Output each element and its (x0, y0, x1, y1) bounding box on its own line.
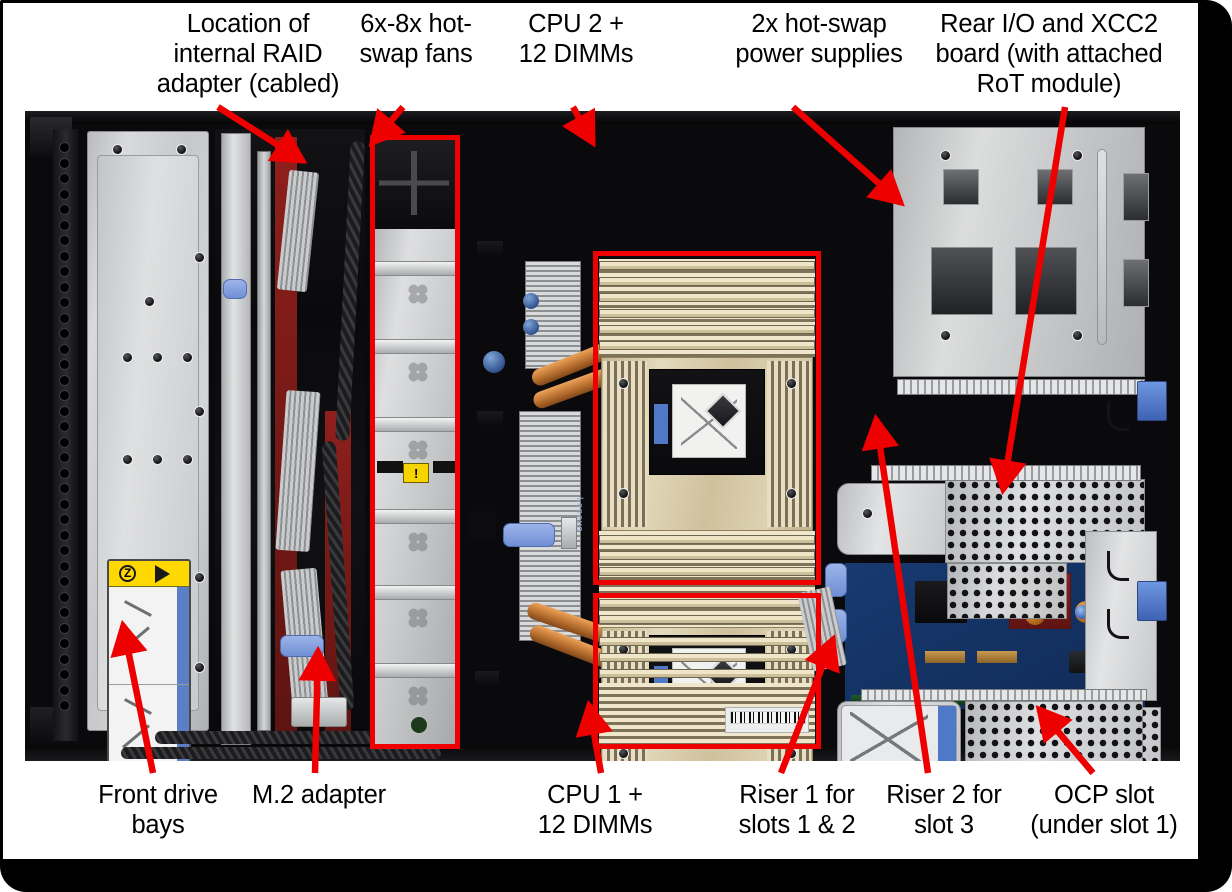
screw (1073, 331, 1082, 340)
callout-label-ocp-slot: OCP slot (under slot 1) (1030, 781, 1178, 839)
screw (183, 353, 192, 362)
screw (145, 297, 154, 306)
screw (1073, 151, 1082, 160)
callout-label-front-drive-bays: Front drive bays (98, 781, 218, 839)
board-capacitor (523, 293, 539, 309)
board-connector (925, 651, 965, 663)
screw (941, 151, 950, 160)
m2-adapter-blue-handle (280, 635, 324, 657)
service-label-sidebar (177, 587, 189, 684)
riser-removal-diagram-icon (850, 712, 928, 761)
service-label-header (109, 561, 189, 587)
psu-bay-cutout-1 (931, 247, 993, 315)
screw (195, 663, 204, 672)
board-connector (469, 511, 495, 539)
screw (195, 253, 204, 262)
chassis-release-latch[interactable] (1137, 581, 1167, 621)
callout-label-riser1: Riser 1 for slots 1 & 2 (738, 781, 856, 839)
figure-page: Location of internal RAID adapter (cable… (0, 0, 1201, 862)
board-capacitor (523, 319, 539, 335)
screw (195, 407, 204, 416)
callout-label-raid-adapter: Location of internal RAID adapter (cable… (156, 10, 340, 98)
callout-label-fans: 6x-8x hot- swap fans (359, 10, 473, 68)
riser1-instruction-label (841, 705, 957, 761)
chassis-release-latch[interactable] (1137, 381, 1167, 421)
screw (177, 145, 186, 154)
backplane-rail (257, 151, 271, 731)
lenovo-brand-text: Lenovo (539, 497, 585, 533)
hook-cutout-icon (1107, 401, 1129, 431)
front-vent-rail (53, 129, 79, 741)
drive-cage-wall (221, 133, 251, 745)
highlight-box-cpu1 (593, 593, 821, 749)
screw (863, 509, 872, 518)
psu-power-connector (897, 379, 1145, 395)
screw (123, 455, 132, 464)
board-component (477, 241, 503, 257)
riser1-slot-connector (861, 689, 1147, 701)
cpu1-captive-screw (787, 749, 796, 758)
screw (153, 455, 162, 464)
play-arrow-icon (155, 565, 170, 583)
psu-vent-cutout (1123, 173, 1149, 221)
blue-cable-clip (223, 279, 247, 299)
highlight-box-fan-bay (370, 135, 460, 749)
psu-vent-cutout (943, 169, 979, 205)
riser1-perforated-shield (965, 701, 1143, 761)
service-label-diagram-1 (109, 587, 189, 685)
m2-adapter-board (291, 697, 347, 727)
blue-board-handle (503, 523, 555, 547)
front-vent-holes (59, 143, 73, 723)
chassis-top-rail (25, 111, 1180, 124)
riser-label-side-strip (938, 706, 956, 761)
psu-vent-cutout (1123, 259, 1149, 307)
callout-label-power-supplies: 2x hot-swap power supplies (735, 10, 903, 68)
hook-cutout-icon (1107, 551, 1129, 581)
riser2-bracket (837, 483, 953, 555)
callout-label-m2-adapter: M.2 adapter (252, 781, 386, 809)
board-capacitor (483, 351, 505, 373)
callout-label-cpu1: CPU 1 + 12 DIMMs (537, 781, 653, 839)
screw (183, 455, 192, 464)
figure-root: Location of internal RAID adapter (cable… (0, 0, 1232, 892)
psu-bay-cutout-2 (1015, 247, 1077, 315)
psu-cage-rib (1097, 149, 1107, 345)
board-component (477, 411, 503, 427)
removal-diagram-icon (117, 597, 169, 673)
callout-label-cpu2: CPU 2 + 12 DIMMs (518, 10, 634, 68)
screw (941, 331, 950, 340)
screw (123, 353, 132, 362)
vrm-heatsink (525, 261, 581, 369)
esd-icon (119, 565, 136, 582)
screw (195, 573, 204, 582)
board-component (475, 671, 499, 687)
board-connector (977, 651, 1017, 663)
riser2-slot-connector (871, 465, 1141, 481)
rear-perforated-shield (947, 563, 1067, 619)
callout-label-rear-io: Rear I/O and XCC2 board (with attached R… (935, 10, 1163, 98)
hook-cutout-icon (1107, 609, 1129, 639)
screw (113, 145, 122, 154)
server-interior-photo: Lenovo (25, 111, 1180, 761)
psu-vent-cutout (1037, 169, 1073, 205)
highlight-box-cpu2 (593, 251, 821, 585)
callout-label-riser2: Riser 2 for slot 3 (886, 781, 1002, 839)
screw (153, 353, 162, 362)
cpu1-captive-screw (619, 749, 628, 758)
